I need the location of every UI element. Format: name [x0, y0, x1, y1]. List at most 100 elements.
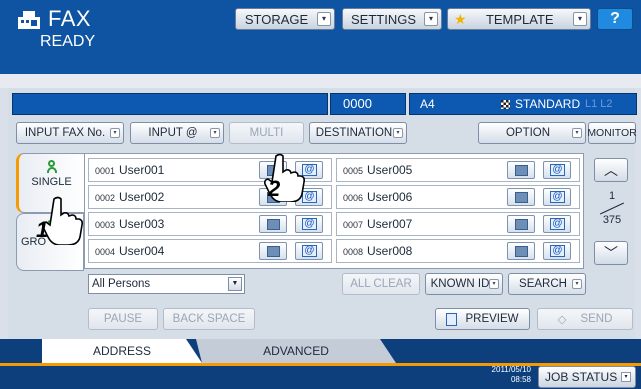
dropdown-arrow-icon: ▼ — [228, 277, 242, 291]
email-icon: @ — [302, 218, 317, 230]
chevron-up-icon: ︿ — [604, 162, 618, 178]
filter-value: All Persons — [92, 278, 151, 290]
preview-label: PREVIEW — [465, 313, 519, 325]
input-fax-no-button[interactable]: INPUT FAX No. ▾ — [16, 122, 124, 144]
page-divider — [600, 202, 624, 215]
machine-status: READY — [40, 33, 96, 50]
date-time: 2011/05/10 08:58 — [485, 365, 531, 385]
fax-icon — [515, 192, 528, 203]
hand-pointer-icon: 2 — [262, 152, 306, 203]
entry-name: User005 — [367, 163, 413, 177]
send-button[interactable]: ◇ SEND — [537, 308, 633, 330]
known-id-label: KNOWN ID — [430, 278, 490, 290]
list-item[interactable]: 0007 User007 @ — [336, 212, 580, 236]
email-select-button[interactable]: @ — [295, 215, 323, 233]
scroll-up-button[interactable]: ︿ — [594, 158, 628, 182]
chevron-down-icon: ﹀ — [604, 245, 618, 261]
known-id-button[interactable]: KNOWN ID ▾ — [425, 273, 503, 295]
tab-single-label: SINGLE — [31, 176, 72, 188]
preview-button[interactable]: PREVIEW — [435, 308, 530, 330]
search-label: SEARCH — [519, 278, 567, 290]
chevron-down-icon: ▾ — [621, 372, 631, 382]
email-icon: @ — [550, 191, 565, 203]
email-select-button[interactable]: @ — [543, 161, 571, 179]
chevron-down-icon: ▾ — [489, 279, 499, 289]
template-label: TEMPLATE — [485, 11, 554, 27]
monitor-label: MONITOR — [587, 127, 637, 139]
step-one-marker: 1 — [36, 217, 49, 242]
fax-select-button[interactable] — [259, 242, 287, 260]
fax-select-button[interactable] — [507, 161, 535, 179]
destination-button[interactable]: DESTINATION ▾ — [309, 122, 407, 144]
send-label: SEND — [580, 313, 613, 325]
fax-icon — [515, 246, 528, 257]
back-space-label: BACK SPACE — [172, 313, 246, 325]
input-email-button[interactable]: INPUT @ ▾ — [130, 122, 224, 144]
help-button[interactable]: ? — [597, 8, 633, 30]
option-label: OPTION — [505, 127, 551, 139]
tab-address[interactable]: ADDRESS — [42, 339, 202, 363]
fax-icon — [515, 219, 528, 230]
page-current: 1 — [608, 190, 616, 202]
fax-select-button[interactable] — [507, 188, 535, 206]
option-button[interactable]: OPTION ▾ — [478, 122, 586, 144]
entry-name: User008 — [367, 244, 413, 258]
entry-number: 0005 — [343, 166, 364, 176]
back-space-button[interactable]: BACK SPACE — [163, 308, 255, 330]
destination-label: DESTINATION — [315, 127, 393, 139]
current-date: 2011/05/10 — [491, 365, 531, 374]
destination-count: 0000 — [330, 93, 406, 115]
fax-select-button[interactable] — [507, 215, 535, 233]
hand-pointer-icon: 1 — [36, 195, 84, 246]
tab-advanced[interactable]: ADVANCED — [196, 339, 396, 363]
address-filter-select[interactable]: All Persons ▼ — [88, 274, 245, 294]
settings-button[interactable]: SETTINGS ▾ — [342, 8, 442, 30]
pause-button[interactable]: PAUSE — [88, 308, 158, 330]
chevron-down-icon: ▾ — [573, 12, 587, 26]
chevron-down-icon: ▾ — [572, 279, 582, 289]
list-item[interactable]: 0008 User008 @ — [336, 239, 580, 263]
email-icon: @ — [550, 164, 565, 176]
fax-icon — [267, 246, 280, 257]
chevron-down-icon: ▾ — [317, 12, 331, 26]
all-clear-button[interactable]: ALL CLEAR — [342, 273, 420, 295]
resolution-icon — [501, 100, 510, 109]
entry-name: User004 — [119, 244, 165, 258]
list-item[interactable]: 0005 User005 @ — [336, 158, 580, 182]
entry-number: 0001 — [95, 166, 116, 176]
email-select-button[interactable]: @ — [543, 188, 571, 206]
all-clear-label: ALL CLEAR — [350, 278, 412, 290]
entry-number: 0007 — [343, 220, 364, 230]
job-status-button[interactable]: JOB STATUS ▾ — [538, 366, 636, 388]
job-status-label: JOB STATUS — [545, 370, 618, 384]
storage-button[interactable]: STORAGE ▾ — [235, 8, 335, 30]
settings-label: SETTINGS — [350, 11, 416, 27]
send-icon: ◇ — [557, 314, 567, 326]
list-item[interactable]: 0004 User004 @ — [88, 239, 332, 263]
fax-icon — [515, 165, 528, 176]
chevron-down-icon: ▾ — [210, 128, 220, 138]
entry-name: User002 — [119, 190, 165, 204]
entry-name: User006 — [367, 190, 413, 204]
chevron-down-icon: ▾ — [393, 128, 403, 138]
preview-icon — [446, 312, 458, 326]
star-icon: ★ — [454, 10, 467, 27]
email-select-button[interactable]: @ — [543, 215, 571, 233]
list-item[interactable]: 0006 User006 @ — [336, 185, 580, 209]
scroll-down-button[interactable]: ﹀ — [594, 241, 628, 265]
email-select-button[interactable]: @ — [543, 242, 571, 260]
email-select-button[interactable]: @ — [295, 242, 323, 260]
template-button[interactable]: ★ TEMPLATE ▾ — [447, 8, 591, 30]
input-fax-no-label: INPUT FAX No. — [24, 127, 106, 139]
email-icon: @ — [550, 218, 565, 230]
list-item[interactable]: 0003 User003 @ — [88, 212, 332, 236]
app-title: FAX — [48, 6, 92, 31]
page-total: 375 — [602, 214, 622, 226]
fax-select-button[interactable] — [259, 215, 287, 233]
monitor-button[interactable]: MONITOR — [587, 122, 637, 144]
multi-button[interactable]: MULTI — [229, 122, 304, 144]
fax-select-button[interactable] — [507, 242, 535, 260]
paper-info-display: A4 STANDARD L1 L2 — [409, 93, 637, 115]
chevron-down-icon: ▾ — [110, 128, 120, 138]
search-button[interactable]: SEARCH ▾ — [508, 273, 586, 295]
